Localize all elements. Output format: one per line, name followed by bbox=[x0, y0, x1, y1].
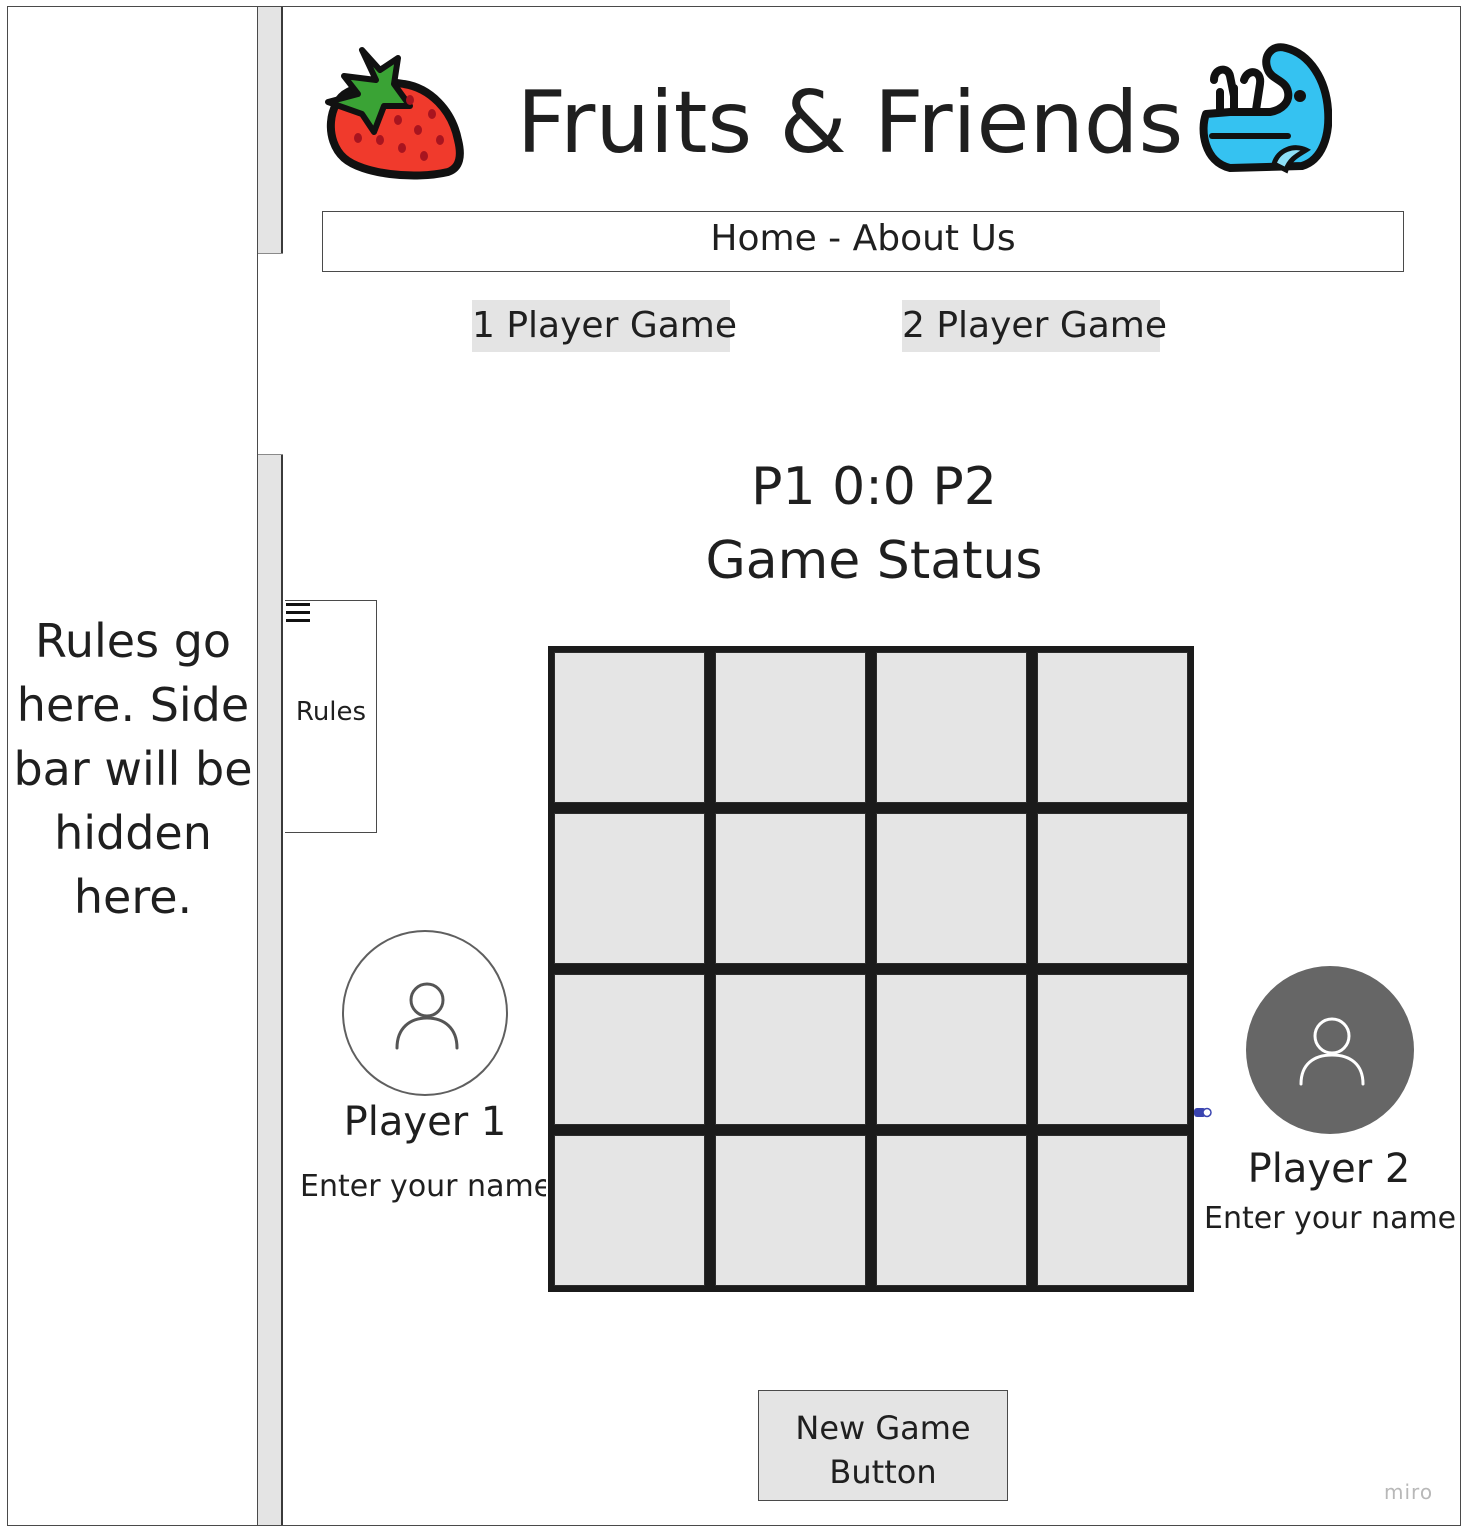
app-title: Fruits & Friends bbox=[516, 73, 1184, 173]
player2-avatar[interactable] bbox=[1246, 966, 1414, 1134]
board-cell[interactable] bbox=[1037, 813, 1188, 964]
board-cell[interactable] bbox=[1037, 652, 1188, 803]
sidebar-rules-text: Rules go here. Side bar will be hidden h… bbox=[13, 614, 253, 924]
strawberry-icon bbox=[325, 47, 464, 180]
hamburger-menu-icon[interactable] bbox=[286, 603, 312, 627]
nav-bar[interactable]: Home - About Us bbox=[322, 211, 1404, 272]
scrollbar-thumb[interactable] bbox=[258, 253, 283, 455]
board-cell[interactable] bbox=[715, 1135, 866, 1286]
rules-tab-label: Rules bbox=[295, 697, 367, 727]
board-cell[interactable] bbox=[1037, 974, 1188, 1125]
player1-name-input[interactable] bbox=[300, 1166, 546, 1206]
player1-avatar[interactable] bbox=[342, 930, 508, 1096]
game-board bbox=[548, 646, 1194, 1292]
player2-name-input[interactable] bbox=[1204, 1198, 1456, 1238]
game-status: Game Status bbox=[705, 531, 1043, 591]
board-cell[interactable] bbox=[715, 974, 866, 1125]
two-player-game-button[interactable]: 2 Player Game bbox=[902, 300, 1167, 352]
user-icon bbox=[395, 982, 459, 1050]
board-cell[interactable] bbox=[715, 813, 866, 964]
board-cell[interactable] bbox=[554, 1135, 705, 1286]
rules-sidebar: Rules go here. Side bar will be hidden h… bbox=[9, 7, 257, 1525]
board-cell[interactable] bbox=[554, 652, 705, 803]
board-cell[interactable] bbox=[715, 652, 866, 803]
board-cell[interactable] bbox=[876, 813, 1027, 964]
whale-icon bbox=[1199, 43, 1332, 174]
player1-label: Player 1 bbox=[343, 1099, 507, 1145]
board-cell[interactable] bbox=[876, 652, 1027, 803]
user-icon bbox=[1299, 1017, 1365, 1086]
scrollbar-track[interactable] bbox=[257, 7, 283, 1525]
score-display: P1 0:0 P2 bbox=[751, 457, 997, 517]
board-cell[interactable] bbox=[876, 1135, 1027, 1286]
rules-tab[interactable]: Rules bbox=[285, 600, 377, 833]
player2-label: Player 2 bbox=[1247, 1146, 1411, 1192]
board-cell[interactable] bbox=[876, 974, 1027, 1125]
new-game-button[interactable]: New Game Button bbox=[758, 1390, 1008, 1501]
nav-links[interactable]: Home - About Us bbox=[710, 218, 1015, 259]
board-cell[interactable] bbox=[554, 974, 705, 1125]
board-cell[interactable] bbox=[554, 813, 705, 964]
one-player-game-button[interactable]: 1 Player Game bbox=[472, 300, 737, 352]
miro-watermark: miro bbox=[1384, 1480, 1434, 1504]
board-cell[interactable] bbox=[1037, 1135, 1188, 1286]
connector-handle[interactable] bbox=[1194, 1107, 1214, 1118]
